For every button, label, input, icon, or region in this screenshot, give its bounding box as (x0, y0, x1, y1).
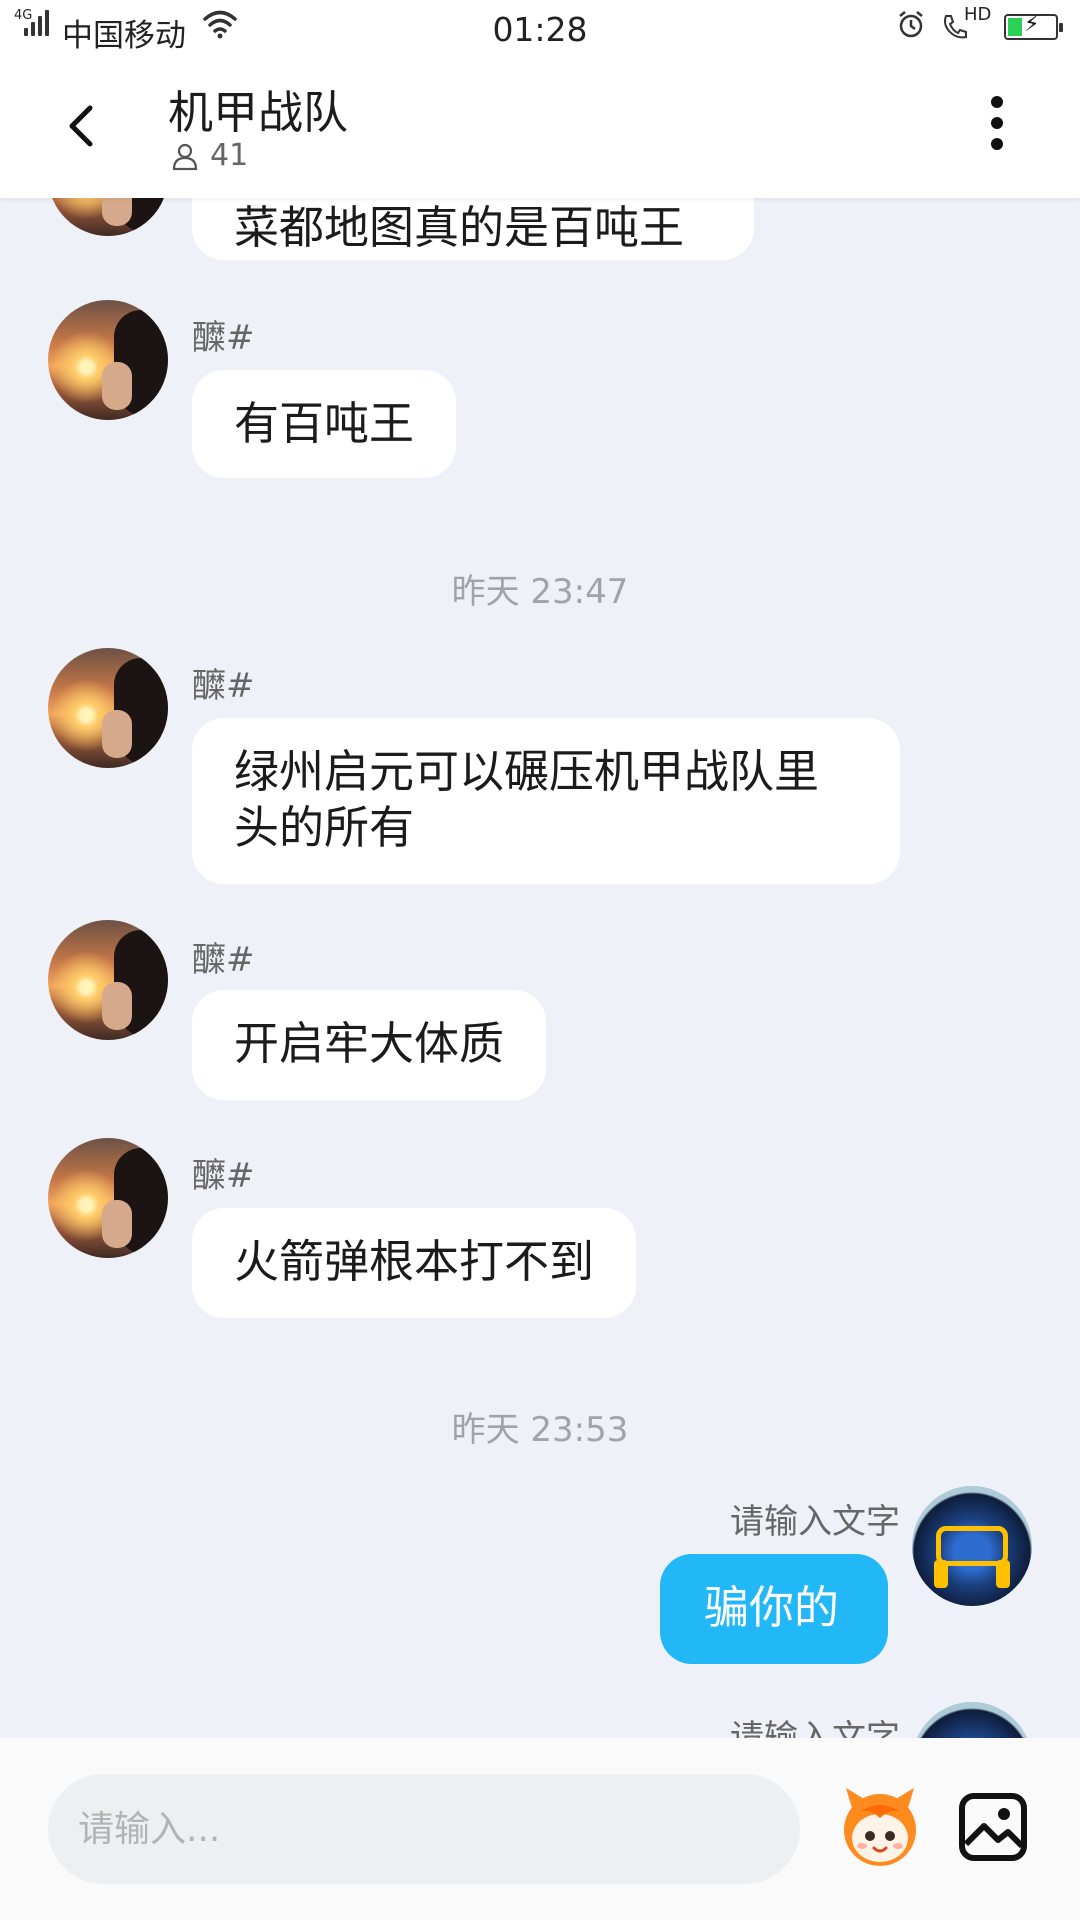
sender-name: 醾# (192, 666, 255, 706)
group-title: 机甲战队 (168, 86, 349, 139)
avatar-self[interactable] (912, 1702, 1032, 1738)
message-list[interactable]: 菜都地图真的是百吨王 醾# 有百吨王 昨天 23:47 醾# 绿州启元可以碾压机… (0, 198, 1080, 1738)
more-vertical-icon[interactable] (980, 96, 1014, 162)
message-bubble[interactable]: 开启牢大体质 (192, 990, 547, 1100)
sender-name-self: 请输入文字 (730, 1718, 900, 1738)
message-text: 菜都地图真的是百吨王 (234, 201, 685, 254)
avatar[interactable] (48, 198, 168, 236)
timestamp: 昨天 23:47 (451, 572, 629, 612)
sender-name: 醾# (192, 1156, 255, 1196)
hd-label: HD (964, 4, 992, 25)
message-bubble-self[interactable]: 骗你的 (660, 1554, 888, 1664)
avatar[interactable] (48, 920, 168, 1040)
message-input[interactable] (48, 1774, 800, 1884)
emoji-icon[interactable] (832, 1778, 928, 1874)
message-text: 绿州启元可以碾压机甲战队里头的所有 (234, 745, 820, 854)
message-text: 开启牢大体质 (234, 1017, 505, 1070)
timestamp: 昨天 23:53 (451, 1410, 629, 1450)
back-arrow-icon[interactable] (58, 100, 110, 152)
image-icon[interactable] (958, 1792, 1028, 1862)
member-count[interactable]: 41 (170, 138, 248, 173)
avatar-self[interactable] (912, 1486, 1032, 1606)
avatar[interactable] (48, 648, 168, 768)
avatar[interactable] (48, 300, 168, 420)
message-bubble[interactable]: 绿州启元可以碾压机甲战队里头的所有 (192, 718, 900, 884)
member-icon (172, 143, 198, 170)
member-count-value: 41 (210, 138, 249, 173)
message-bubble[interactable]: 菜都地图真的是百吨王 (192, 198, 754, 260)
avatar[interactable] (48, 1138, 168, 1258)
sender-name: 醾# (192, 940, 255, 980)
message-text: 火箭弹根本打不到 (234, 1235, 595, 1288)
battery-charging-icon: ⚡ (1004, 12, 1063, 40)
chat-header: 机甲战队 41 (0, 58, 1080, 198)
input-bar (0, 1738, 1080, 1920)
alarm-icon (899, 11, 923, 38)
message-text: 骗你的 (704, 1581, 840, 1634)
message-bubble[interactable]: 火箭弹根本打不到 (192, 1208, 637, 1318)
status-bar: 4G 中国移动 01:28 HD ⚡ (0, 0, 1080, 58)
message-bubble[interactable]: 有百吨王 (192, 370, 457, 478)
sender-name: 醾# (192, 318, 255, 358)
sender-name-self: 请输入文字 (730, 1502, 900, 1542)
message-text: 有百吨王 (234, 397, 415, 450)
